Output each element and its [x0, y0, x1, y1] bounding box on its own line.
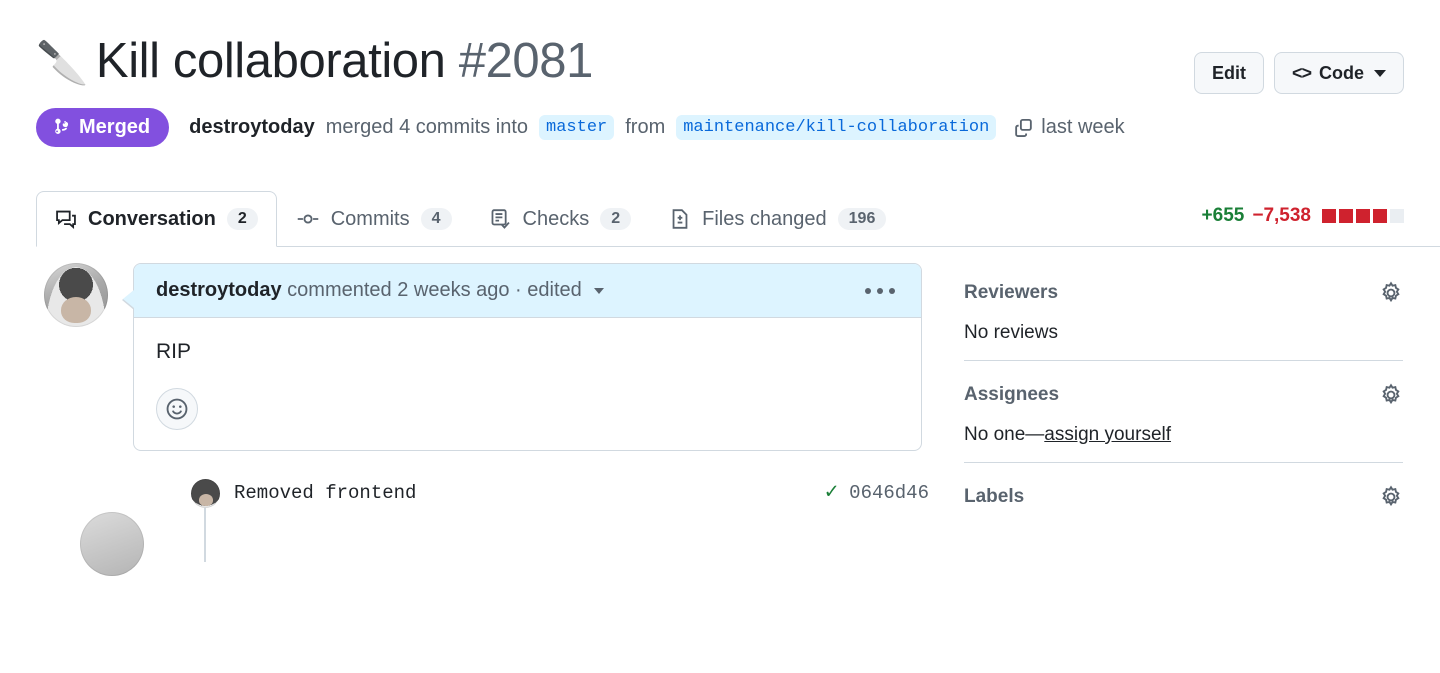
copy-icon [1015, 118, 1033, 137]
header-actions: Edit <> Code [1193, 30, 1404, 94]
git-merge-icon [55, 118, 69, 134]
merge-verb: merged 4 commits into [325, 116, 529, 138]
gear-icon[interactable] [1379, 281, 1403, 305]
check-success-icon[interactable]: ✓ [825, 482, 838, 504]
knife-icon: 🔪 [36, 39, 88, 86]
kebab-dot [865, 287, 871, 294]
file-diff-icon [672, 209, 688, 229]
tab-commits-label: Commits [330, 207, 410, 230]
comment-meta: destroytoday commented 2 weeks ago · edi… [156, 279, 605, 302]
diffstat-blocks [1322, 209, 1404, 223]
head-branch-chip[interactable]: maintenance/kill-collaboration [676, 115, 997, 140]
comment-menu-button[interactable] [861, 284, 899, 298]
edit-button[interactable]: Edit [1193, 52, 1264, 94]
diffstat-block [1390, 209, 1404, 223]
copy-branch-control[interactable]: last week [1013, 116, 1125, 139]
sidebar-assignees-value: No one—assign yourself [964, 424, 1403, 446]
tab-files-changed-label: Files changed [702, 207, 827, 230]
comment-timestamp: commented 2 weeks ago · edited [287, 279, 582, 301]
chevron-down-icon [1374, 69, 1386, 77]
sidebar-reviewers-value: No reviews [964, 322, 1058, 343]
diffstat-deletions: −7,538 [1252, 205, 1311, 226]
avatar[interactable] [80, 512, 144, 576]
merge-actor[interactable]: destroytoday [189, 116, 315, 139]
comment-text: RIP [156, 340, 192, 363]
avatar[interactable] [44, 263, 108, 327]
sidebar-section-assignees: Assignees No one—assign yourself [964, 360, 1403, 462]
avatar[interactable] [191, 478, 220, 508]
sidebar-reviewers-title: Reviewers [964, 282, 1059, 303]
merge-time: last week [1041, 116, 1125, 138]
from-word: from [625, 116, 666, 138]
comment-discussion-icon [56, 210, 76, 229]
code-button-label: Code [1319, 62, 1364, 83]
tab-commits[interactable]: Commits 4 [277, 191, 471, 247]
assignees-empty-text: No one— [964, 424, 1045, 445]
assign-yourself-link[interactable]: assign yourself [1044, 424, 1171, 445]
comment-box: destroytoday commented 2 weeks ago · edi… [122, 263, 922, 451]
checklist-icon [491, 209, 510, 229]
pr-body: destroytoday commented 2 weeks ago · edi… [36, 247, 1404, 576]
pull-request-page: 🔪 Kill collaboration #2081 Edit <> Code M… [0, 0, 1440, 673]
comment-author[interactable]: destroytoday [156, 279, 282, 301]
smiley-icon [166, 398, 188, 420]
tab-commits-count: 4 [420, 208, 452, 230]
commit-status: ✓ 0646d46 [825, 482, 929, 505]
diffstat-block [1339, 209, 1353, 223]
sidebar-section-labels: Labels [964, 462, 1403, 542]
tab-checks-label: Checks [522, 207, 590, 230]
diffstat-block [1322, 209, 1336, 223]
comment-header: destroytoday commented 2 weeks ago · edi… [134, 264, 921, 318]
diffstat-block [1356, 209, 1370, 223]
commit-message[interactable]: Removed frontend [234, 482, 416, 504]
base-branch-chip[interactable]: master [539, 115, 615, 140]
sidebar-labels-title: Labels [964, 486, 1025, 507]
tab-checks[interactable]: Checks 2 [471, 191, 651, 247]
status-badge: Merged [36, 108, 170, 147]
sidebar-labels-header: Labels [964, 485, 1403, 509]
commit-sha[interactable]: 0646d46 [849, 482, 929, 504]
pr-number: #2081 [458, 34, 594, 88]
tab-files-changed-count: 196 [837, 208, 887, 230]
git-commit-icon [297, 214, 318, 224]
gear-icon[interactable] [1379, 485, 1403, 509]
sidebar-reviewers-header: Reviewers [964, 281, 1403, 305]
tab-checks-count: 2 [600, 208, 632, 230]
timeline-column: destroytoday commented 2 weeks ago · edi… [36, 247, 941, 576]
tab-conversation-count: 2 [226, 208, 258, 230]
code-brackets-icon: <> [1291, 62, 1312, 83]
kebab-dot [889, 287, 895, 294]
diffstat: +655 −7,538 [1202, 205, 1404, 227]
tab-conversation[interactable]: Conversation 2 [36, 191, 277, 247]
status-badge-label: Merged [79, 116, 151, 138]
sidebar-section-reviewers: Reviewers No reviews [964, 281, 1403, 360]
gear-icon[interactable] [1379, 383, 1403, 407]
sidebar-assignees-title: Assignees [964, 384, 1060, 405]
diffstat-additions: +655 [1201, 205, 1245, 226]
pr-sidebar: Reviewers No reviews Assignees No one—as… [941, 247, 1403, 542]
timeline-comment: destroytoday commented 2 weeks ago · edi… [36, 263, 941, 451]
diffstat-block [1373, 209, 1387, 223]
pr-header: 🔪 Kill collaboration #2081 Edit <> Code [36, 0, 1404, 94]
pr-tabs: Conversation 2 Commits 4 Checks 2 Files … [36, 191, 1440, 247]
merge-status-bar: Merged destroytoday merged 4 commits int… [36, 108, 1404, 147]
kebab-dot [877, 287, 883, 294]
chevron-down-icon[interactable] [594, 287, 605, 294]
add-reaction-button[interactable] [156, 388, 198, 430]
tab-files-changed[interactable]: Files changed 196 [650, 191, 905, 247]
pr-title-text: Kill collaboration [95, 34, 446, 88]
tab-conversation-label: Conversation [88, 207, 216, 230]
page-title: 🔪 Kill collaboration #2081 [36, 30, 593, 94]
code-button[interactable]: <> Code [1273, 52, 1404, 94]
timeline-commit-row: Removed frontend ✓ 0646d46 [36, 473, 941, 513]
sidebar-assignees-header: Assignees [964, 383, 1403, 407]
